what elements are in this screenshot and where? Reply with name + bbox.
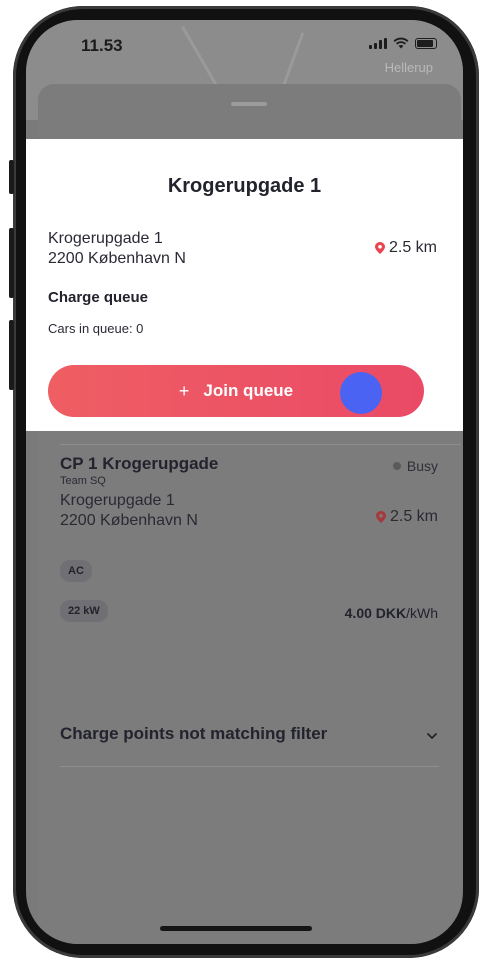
location-pin-icon bbox=[375, 511, 386, 523]
join-queue-button[interactable]: + Join queue bbox=[48, 365, 424, 417]
status-indicator: Busy bbox=[392, 458, 438, 474]
status-dot-icon bbox=[392, 462, 401, 470]
charge-point-team: Team SQ bbox=[60, 475, 106, 487]
sheet-grab-handle[interactable] bbox=[231, 102, 267, 106]
touch-indicator bbox=[340, 372, 382, 414]
battery-icon bbox=[415, 38, 437, 49]
power-tag: 22 kW bbox=[60, 600, 108, 622]
chevron-down-icon bbox=[427, 733, 437, 739]
queue-card-distance: 2.5 km bbox=[374, 239, 437, 257]
charge-queue-title: Charge queue bbox=[48, 289, 149, 306]
charge-point-distance: 2.5 km bbox=[375, 508, 438, 526]
wifi-icon bbox=[393, 37, 409, 49]
mute-switch bbox=[9, 160, 14, 194]
list-divider bbox=[60, 444, 461, 445]
price-value: 4.00 DKK bbox=[344, 605, 407, 621]
price: 4.00 DKK/kWh bbox=[345, 605, 438, 621]
screen: Hellerup 11.53 CP 1 Krogerupgade Team SQ… bbox=[26, 20, 463, 944]
queue-card-address-line1: Krogerupgade 1 bbox=[48, 230, 163, 247]
status-bar: 11.53 bbox=[26, 20, 463, 70]
queue-card-distance-value: 2.5 km bbox=[388, 239, 437, 256]
queue-card: Krogerupgade 1 Krogerupgade 1 2200 Køben… bbox=[26, 139, 463, 431]
charge-point-card[interactable]: CP 1 Krogerupgade Team SQ Krogerupgade 1… bbox=[60, 454, 438, 622]
queue-card-heading: Krogerupgade 1 bbox=[167, 175, 322, 197]
cars-in-queue-count: Cars in queue: 0 bbox=[48, 321, 144, 336]
plus-icon: + bbox=[178, 380, 190, 401]
volume-down-button bbox=[9, 320, 14, 390]
price-unit: /kWh bbox=[406, 605, 438, 621]
connector-tag: AC bbox=[60, 560, 92, 582]
non-matching-filter-toggle[interactable]: Charge points not matching filter bbox=[60, 724, 438, 744]
list-divider bbox=[60, 766, 439, 767]
queue-card-address: Krogerupgade 1 2200 København N bbox=[48, 229, 186, 269]
status-time: 11.53 bbox=[81, 36, 123, 55]
home-indicator[interactable] bbox=[160, 926, 312, 931]
charge-point-distance-value: 2.5 km bbox=[389, 508, 438, 525]
charge-point-title: CP 1 Krogerupgade bbox=[60, 454, 219, 473]
signal-icon bbox=[369, 38, 387, 49]
location-pin-icon bbox=[374, 242, 385, 254]
status-label: Busy bbox=[406, 458, 438, 474]
queue-card-address-line2: 2200 København N bbox=[48, 250, 186, 267]
volume-up-button bbox=[9, 228, 14, 298]
join-queue-label: Join queue bbox=[203, 381, 294, 400]
filter-section-label: Charge points not matching filter bbox=[60, 724, 328, 743]
